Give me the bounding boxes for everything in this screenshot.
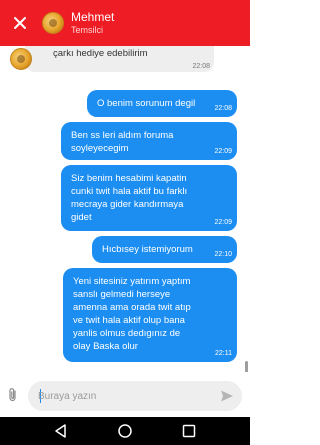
message-input-container	[28, 381, 242, 411]
agent-name: Mehmet	[71, 10, 115, 24]
message-time: 22:08	[214, 105, 232, 112]
paperclip-icon	[9, 388, 16, 402]
message-input[interactable]	[38, 387, 208, 405]
nav-back-button[interactable]	[53, 423, 69, 439]
message-time: 22:09	[214, 148, 232, 155]
outgoing-bubble: Siz benim hesabimi kapatin cunki twit ha…	[61, 165, 237, 231]
close-button[interactable]	[0, 0, 40, 46]
agent-avatar	[42, 12, 64, 34]
message-composer	[0, 373, 250, 417]
message-time: 22:09	[214, 219, 232, 226]
message-line: O benim sorunum degil	[97, 98, 196, 109]
outgoing-bubble: Ben ss leri aldım foruma soyleyecegim 22…	[61, 122, 237, 160]
message-text: çarkı hediye edebilirim	[53, 48, 148, 59]
send-icon	[221, 390, 233, 402]
home-icon	[118, 424, 132, 438]
outgoing-bubble: Yeni sitesiniz yatırım yaptım sanslı gel…	[63, 268, 237, 362]
system-nav-bar	[0, 417, 250, 445]
attach-button[interactable]	[6, 387, 20, 403]
message-line: mecraya gider kandırmaya	[71, 199, 184, 210]
send-button[interactable]	[220, 389, 234, 403]
back-icon	[55, 424, 66, 438]
title-block: Mehmet Temsilci	[71, 10, 114, 36]
message-line: Ben ss leri aldım foruma	[71, 130, 174, 141]
message-line: olay Baska olur	[73, 341, 138, 352]
scrollbar-thumb[interactable]	[245, 361, 248, 372]
message-line: Hıcbısey istemiyorum	[102, 244, 193, 255]
incoming-bubble: çarkı hediye edebilirim 22:08	[25, 46, 214, 72]
sender-avatar	[10, 48, 32, 70]
message-line: Yeni sitesiniz yatırım yaptım	[73, 276, 191, 287]
message-time: 22:11	[215, 350, 232, 357]
outgoing-bubble: Hıcbısey istemiyorum 22:10	[92, 236, 237, 263]
message-line: yanlis olmus dedıgınız de	[73, 328, 181, 339]
recents-icon	[182, 424, 196, 438]
message-line: amenna ama orada twit atıp	[73, 302, 191, 313]
message-line: soyleyecegim	[71, 143, 129, 154]
close-icon	[14, 17, 26, 29]
message-line: cunki twit hala aktif bu farklı	[71, 186, 188, 197]
message-line: sanslı gelmedi herseye	[73, 289, 171, 300]
message-time: 22:08	[192, 63, 210, 70]
chat-header: Mehmet Temsilci	[0, 0, 250, 46]
nav-recents-button[interactable]	[181, 423, 197, 439]
message-list[interactable]: çarkı hediye edebilirim 22:08 O benim so…	[0, 46, 250, 372]
message-line: gidet	[71, 212, 92, 223]
outgoing-bubble: O benim sorunum degil 22:08	[87, 90, 237, 117]
message-line: Siz benim hesabimi kapatin	[71, 173, 187, 184]
message-line: ve twit hala aktif olup bana	[73, 315, 185, 326]
nav-home-button[interactable]	[117, 423, 133, 439]
message-time: 22:10	[214, 251, 232, 258]
agent-role: Temsilci	[71, 25, 104, 35]
